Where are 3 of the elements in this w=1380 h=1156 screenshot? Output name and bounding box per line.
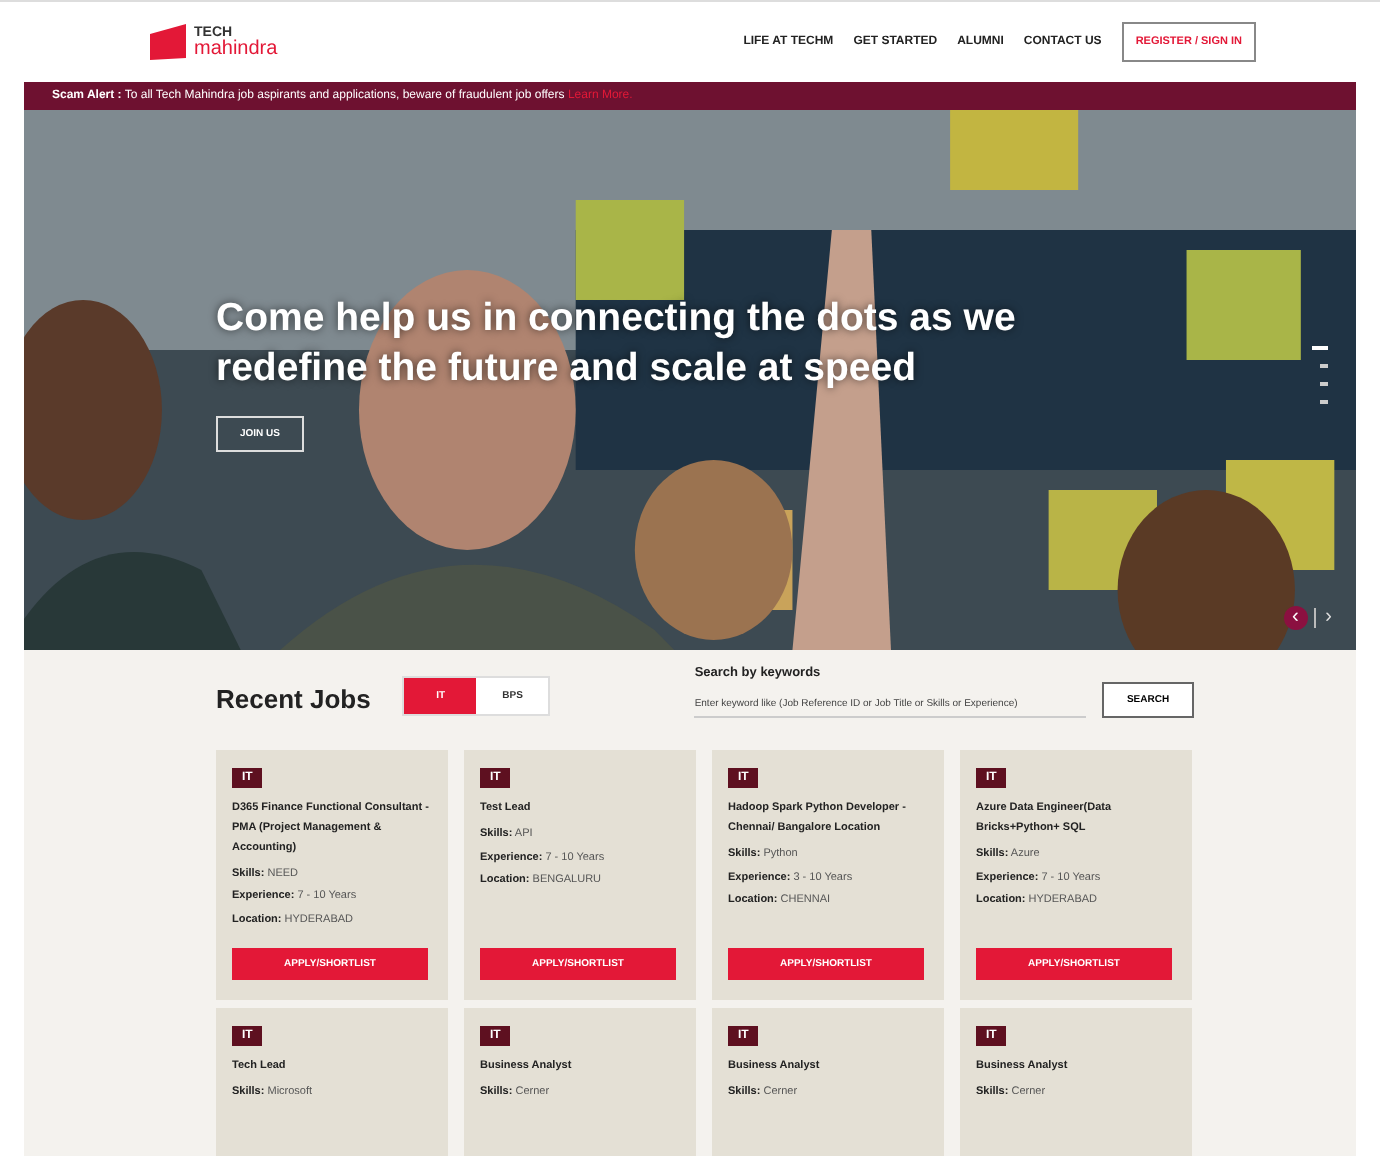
section-title: Recent Jobs: [216, 684, 371, 714]
next-button[interactable]: ›: [1321, 608, 1336, 628]
logo-text: mahindra: [194, 39, 278, 59]
